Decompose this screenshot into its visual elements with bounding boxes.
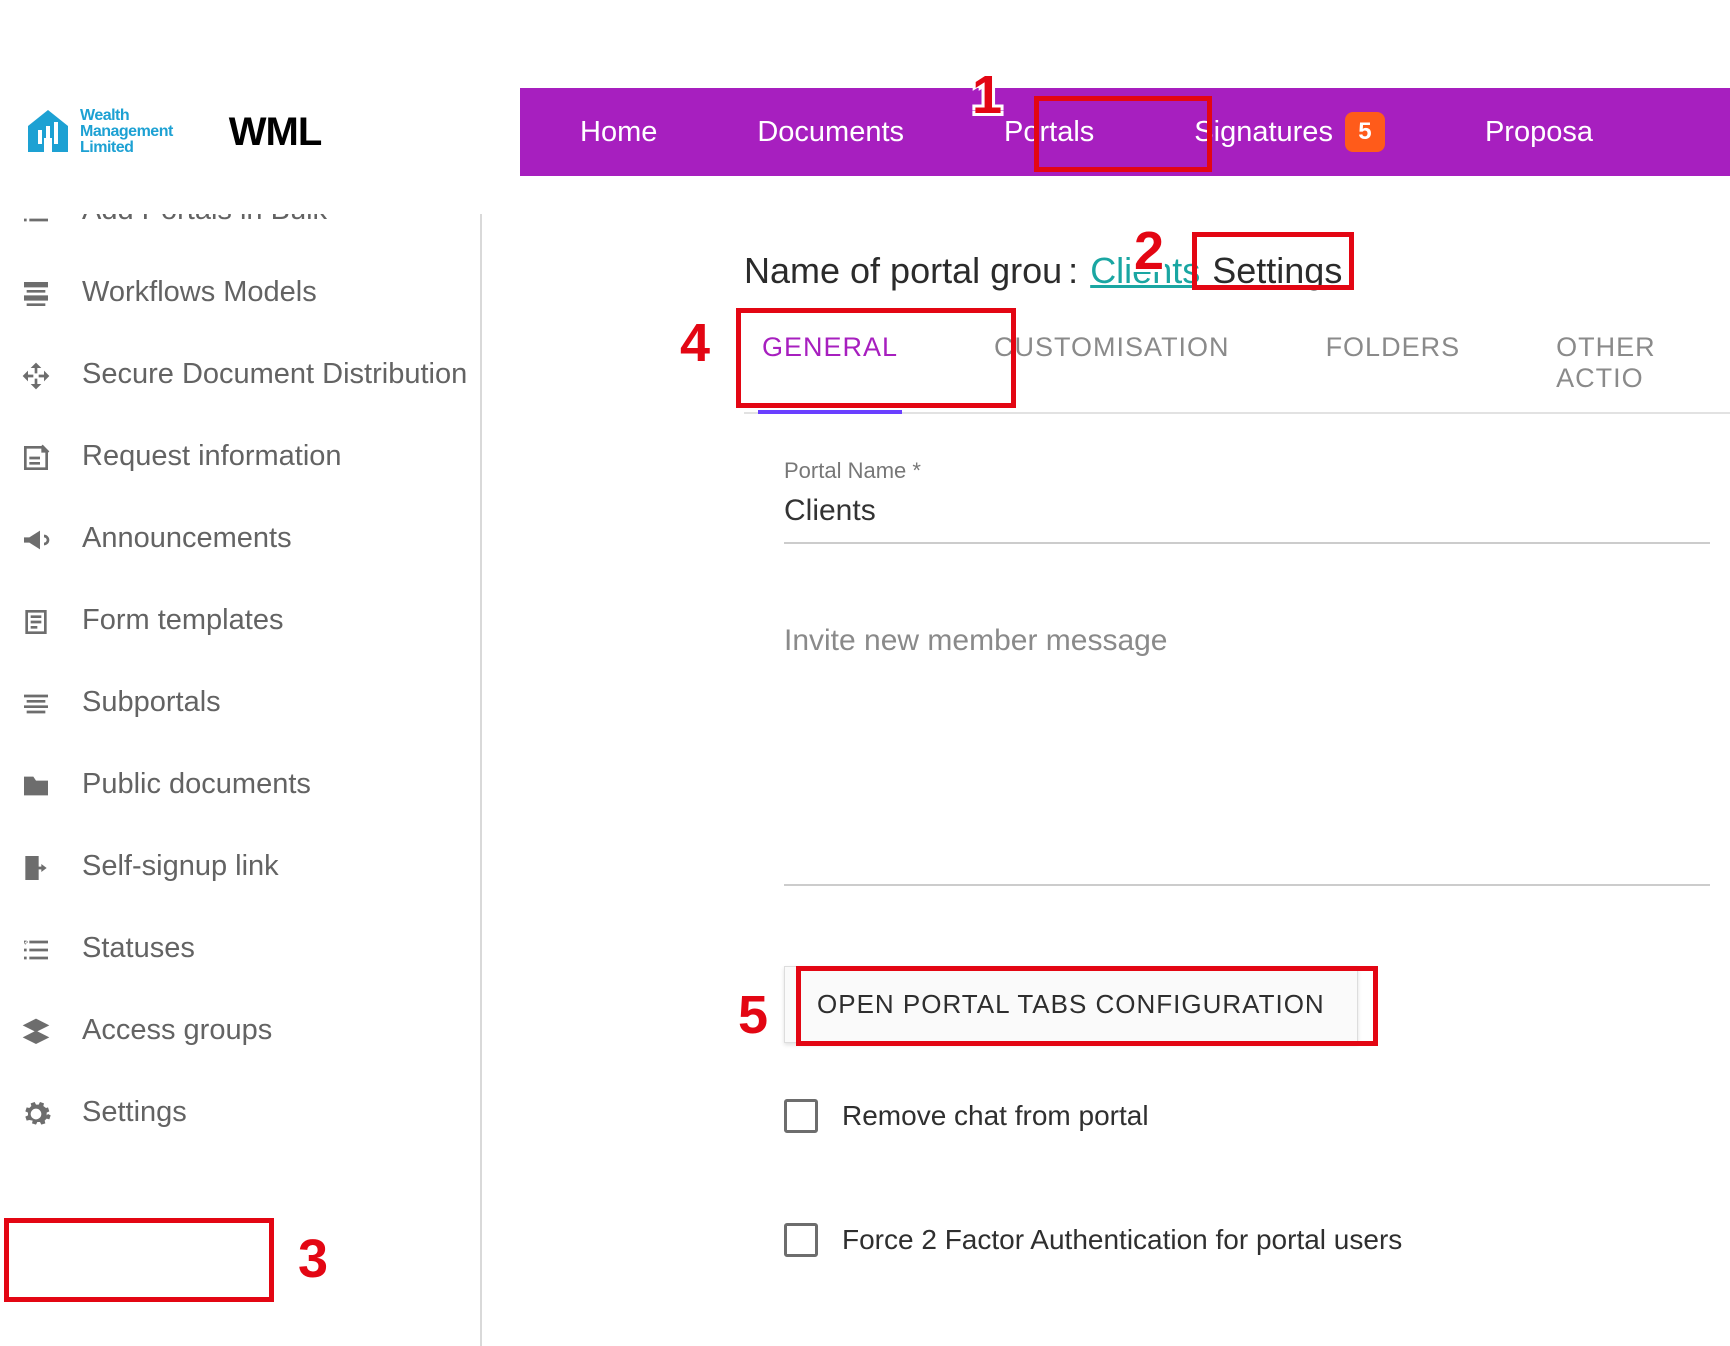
open-portal-tabs-config-button[interactable]: OPEN PORTAL TABS CONFIGURATION <box>784 966 1358 1043</box>
status-icon <box>18 932 54 968</box>
sidebar-item-workflows-models[interactable]: Workflows Models <box>12 252 480 334</box>
invite-message-label: Invite new member message <box>784 624 1710 658</box>
general-form: Portal Name * Invite new member message … <box>784 458 1710 1257</box>
nav-portals[interactable]: Portals <box>1004 116 1094 149</box>
sidebar-item-announcements[interactable]: Announcements <box>12 498 480 580</box>
signatures-badge: 5 <box>1345 112 1385 152</box>
nav-documents-label: Documents <box>757 116 904 149</box>
sidebar-item-label: Add Portals in Bulk <box>82 214 327 228</box>
nav-documents[interactable]: Documents <box>757 116 904 149</box>
tab-other-actions[interactable]: OTHER ACTIO <box>1538 316 1730 412</box>
layers-icon <box>18 1014 54 1050</box>
distribute-icon <box>18 358 54 394</box>
force-2fa-checkbox[interactable] <box>784 1223 818 1257</box>
sidebar-item-label: Announcements <box>82 520 292 556</box>
gear-icon <box>18 1096 54 1132</box>
sidebar-item-subportals[interactable]: Subportals <box>12 662 480 744</box>
settings-tabs: GENERAL CUSTOMISATION FOLDERS OTHER ACTI… <box>744 316 1730 414</box>
sidebar-item-label: Form templates <box>82 602 283 638</box>
sidebar-item-form-templates[interactable]: Form templates <box>12 580 480 662</box>
nav-home-label: Home <box>580 116 657 149</box>
subportal-icon <box>18 686 54 722</box>
force-2fa-row: Force 2 Factor Authentication for portal… <box>784 1223 1710 1257</box>
sidebar-item-label: Workflows Models <box>82 274 317 310</box>
sidebar-item-self-signup-link[interactable]: Self-signup link <box>12 826 480 908</box>
sidebar-item-label: Self-signup link <box>82 848 279 884</box>
page-title-colon: : <box>1068 250 1078 292</box>
portal-name-label: Portal Name * <box>784 458 1710 484</box>
house-bars-icon <box>24 108 72 156</box>
portal-name-input[interactable] <box>784 484 1710 544</box>
workflow-icon <box>18 276 54 312</box>
invite-message-input[interactable] <box>784 666 1710 886</box>
tab-customisation[interactable]: CUSTOMISATION <box>976 316 1248 412</box>
sidebar-item-label: Subportals <box>82 684 221 720</box>
sidebar-item-label: Public documents <box>82 766 311 802</box>
sidebar: Add Portals in Bulk Workflows Models Sec… <box>12 214 482 1346</box>
main-content: Name of portal grou: Clients Settings GE… <box>504 214 1730 1346</box>
remove-chat-row: Remove chat from portal <box>784 1099 1710 1133</box>
sidebar-item-access-groups[interactable]: Access groups <box>12 990 480 1072</box>
form-icon <box>18 604 54 640</box>
sidebar-item-label: Request information <box>82 438 342 474</box>
nav-signatures[interactable]: Signatures 5 <box>1194 112 1385 152</box>
remove-chat-checkbox[interactable] <box>784 1099 818 1133</box>
brand-line2: Management <box>80 124 173 140</box>
nav-home[interactable]: Home <box>580 116 657 149</box>
list-icon <box>18 214 54 230</box>
portal-group-link[interactable]: Clients <box>1084 250 1206 292</box>
sidebar-item-label: Statuses <box>82 930 195 966</box>
page-title-prefix: Name of portal grou <box>744 250 1062 292</box>
sidebar-item-label: Settings <box>82 1094 187 1130</box>
sidebar-item-settings[interactable]: Settings <box>12 1072 480 1154</box>
app-name: WML <box>229 110 322 155</box>
header-left: Wealth Management Limited WML <box>0 88 520 176</box>
brand-line3: Limited <box>80 140 173 156</box>
remove-chat-label: Remove chat from portal <box>842 1100 1149 1132</box>
brand-logo: Wealth Management Limited <box>24 108 173 156</box>
nav-proposals-label: Proposa <box>1485 116 1593 149</box>
sidebar-item-label: Access groups <box>82 1012 272 1048</box>
page-title: Name of portal grou: Clients Settings <box>744 250 1730 292</box>
tab-folders[interactable]: FOLDERS <box>1308 316 1479 412</box>
door-icon <box>18 850 54 886</box>
request-icon <box>18 440 54 476</box>
nav-proposals[interactable]: Proposa <box>1485 116 1593 149</box>
top-nav: Home Documents Portals Signatures 5 Prop… <box>520 88 1730 176</box>
sidebar-item-add-portals-bulk[interactable]: Add Portals in Bulk <box>12 214 480 252</box>
brand-text: Wealth Management Limited <box>80 108 173 156</box>
page-title-suffix: Settings <box>1212 250 1342 292</box>
sidebar-item-statuses[interactable]: Statuses <box>12 908 480 990</box>
force-2fa-label: Force 2 Factor Authentication for portal… <box>842 1224 1402 1256</box>
sidebar-item-secure-document-distribution[interactable]: Secure Document Distribution <box>12 334 480 416</box>
app-header: Wealth Management Limited WML Home Docum… <box>0 88 1730 176</box>
sidebar-item-request-information[interactable]: Request information <box>12 416 480 498</box>
megaphone-icon <box>18 522 54 558</box>
sidebar-item-label: Secure Document Distribution <box>82 356 467 392</box>
tab-general[interactable]: GENERAL <box>744 316 916 412</box>
nav-portals-label: Portals <box>1004 116 1094 149</box>
brand-line1: Wealth <box>80 108 173 124</box>
folder-icon <box>18 768 54 804</box>
sidebar-item-public-documents[interactable]: Public documents <box>12 744 480 826</box>
nav-signatures-label: Signatures <box>1194 116 1333 149</box>
